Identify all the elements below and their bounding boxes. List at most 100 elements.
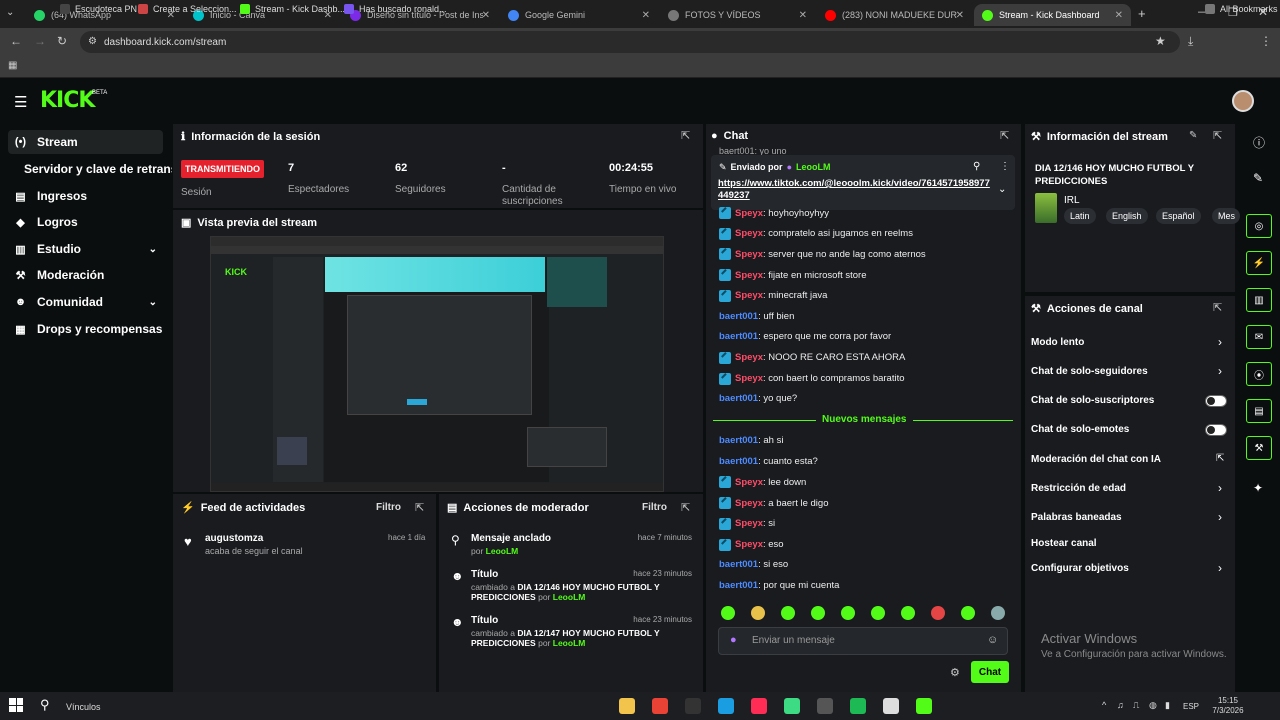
mic-icon[interactable]: ● bbox=[730, 634, 737, 646]
chevron-right-icon[interactable]: › bbox=[1218, 561, 1222, 575]
channel-action-moderaci-n-del-chat-con-ia[interactable]: Moderación del chat con IA bbox=[1031, 454, 1161, 465]
forward-icon[interactable]: → bbox=[34, 34, 46, 48]
chat-message[interactable]: Speyx: hoyhoyhoyhyy bbox=[719, 207, 829, 219]
sidebar-item-servidor[interactable]: Servidor y clave de retransmisión bbox=[8, 157, 172, 181]
stream-tag[interactable]: Mes bbox=[1212, 208, 1240, 224]
chat-username[interactable]: baert001 bbox=[719, 559, 758, 570]
emoji-icon[interactable]: ☺ bbox=[987, 634, 998, 646]
channel-action-palabras-baneadas[interactable]: Palabras baneadas bbox=[1031, 512, 1122, 523]
emote-icon[interactable] bbox=[811, 606, 825, 620]
tray-icon[interactable]: ⎍ bbox=[1133, 700, 1139, 711]
channel-actions-popout-icon[interactable]: ⇱ bbox=[1213, 301, 1222, 314]
browser-tab[interactable]: Stream - Kick Dashboard ✕ bbox=[974, 4, 1131, 26]
chat-message[interactable]: Speyx: server que no ande lag como atern… bbox=[719, 248, 926, 261]
chat-message[interactable]: baert001: espero que me corra por favor bbox=[719, 331, 891, 342]
stream-tag[interactable]: English bbox=[1106, 208, 1148, 224]
edit-pencil-icon[interactable]: ✎ bbox=[1189, 130, 1197, 141]
rail-shortcut-icon[interactable]: ▤ bbox=[1246, 399, 1272, 423]
stream-tag[interactable]: Español bbox=[1156, 208, 1201, 224]
chat-username[interactable]: Speyx bbox=[735, 352, 763, 363]
taskbar-app-icon[interactable] bbox=[883, 698, 899, 714]
chat-message[interactable]: Speyx: a baert le digo bbox=[719, 497, 829, 510]
chat-username[interactable]: baert001 bbox=[719, 456, 758, 467]
category-name[interactable]: IRL bbox=[1064, 195, 1080, 206]
taskbar-app-icon[interactable] bbox=[619, 698, 635, 714]
chat-username[interactable]: Speyx bbox=[735, 208, 763, 219]
chat-username[interactable]: baert001 bbox=[719, 393, 758, 404]
chat-username[interactable]: Speyx bbox=[735, 498, 763, 509]
sidebar-item-stream[interactable]: (•) Stream bbox=[8, 130, 163, 154]
rail-shortcut-icon[interactable]: ▥ bbox=[1246, 288, 1272, 312]
toggle-switch[interactable] bbox=[1205, 424, 1227, 436]
activity-filter-button[interactable]: Filtro bbox=[376, 502, 401, 513]
bookmark-item[interactable]: Stream - Kick Dashb... bbox=[240, 4, 345, 14]
tab-list-icon[interactable]: ⌄ bbox=[6, 7, 14, 18]
mod-popout-icon[interactable]: ⇱ bbox=[681, 501, 690, 514]
chat-message[interactable]: Speyx: lee down bbox=[719, 476, 806, 489]
taskbar-search-icon[interactable]: ⚲ bbox=[40, 697, 50, 713]
tab-close-icon[interactable]: ✕ bbox=[482, 10, 490, 21]
emote-icon[interactable] bbox=[751, 606, 765, 620]
hamburger-menu-icon[interactable]: ☰ bbox=[14, 93, 27, 111]
taskbar-app-icon[interactable] bbox=[751, 698, 767, 714]
chat-username[interactable]: Speyx bbox=[735, 518, 763, 529]
mod-by-user[interactable]: LeooLM bbox=[486, 546, 519, 556]
chat-message[interactable]: Speyx: eso bbox=[719, 538, 784, 551]
tray-icon[interactable]: ▮ bbox=[1165, 700, 1170, 711]
sidebar-item-drops[interactable]: ▦ Drops y recompensas bbox=[8, 317, 163, 341]
taskbar-search-label[interactable]: Vínculos bbox=[66, 702, 101, 712]
all-bookmarks[interactable]: All Bookmarks bbox=[1205, 4, 1278, 14]
chevron-down-icon[interactable]: ⌄ bbox=[149, 297, 157, 308]
channel-action-hostear-canal[interactable]: Hostear canal bbox=[1031, 538, 1097, 549]
mod-by-user[interactable]: LeooLM bbox=[553, 592, 586, 602]
tray-up-icon[interactable]: ^ bbox=[1102, 700, 1106, 710]
chat-username[interactable]: baert001 bbox=[719, 311, 758, 322]
sidebar-item-estudio[interactable]: ▥ Estudio ⌄ bbox=[8, 237, 163, 261]
pinned-more-icon[interactable]: ⋮ bbox=[1000, 161, 1010, 172]
chat-message[interactable]: baert001: yo que? bbox=[719, 393, 797, 404]
chevron-right-icon[interactable]: › bbox=[1218, 510, 1222, 524]
chat-username[interactable]: Speyx bbox=[735, 249, 763, 260]
chat-message[interactable]: baert001: por que mi cuenta bbox=[719, 580, 839, 591]
chevron-down-icon[interactable]: ⌄ bbox=[149, 244, 157, 255]
bookmark-star-icon[interactable]: ★ bbox=[1155, 34, 1166, 48]
mod-filter-button[interactable]: Filtro bbox=[642, 502, 667, 513]
rail-shortcut-icon[interactable]: ⦿ bbox=[1246, 362, 1272, 386]
chat-message[interactable]: baert001: uff bien bbox=[719, 311, 794, 322]
stream-info-popout-icon[interactable]: ⇱ bbox=[1213, 129, 1222, 142]
chevron-right-icon[interactable]: › bbox=[1218, 335, 1222, 349]
url-field[interactable] bbox=[80, 31, 1180, 53]
tray-icon[interactable]: ♫ bbox=[1117, 700, 1124, 710]
chat-username[interactable]: Speyx bbox=[735, 290, 763, 301]
user-avatar[interactable] bbox=[1232, 90, 1254, 112]
channel-action-configurar-objetivos[interactable]: Configurar objetivos bbox=[1031, 563, 1129, 574]
tab-close-icon[interactable]: ✕ bbox=[956, 10, 964, 21]
tray-icon[interactable]: ◍ bbox=[1149, 700, 1157, 711]
taskbar-app-icon[interactable] bbox=[652, 698, 668, 714]
chat-username[interactable]: Speyx bbox=[735, 373, 763, 384]
rail-shortcut-icon[interactable]: ⚒ bbox=[1246, 436, 1272, 460]
taskbar-app-icon[interactable] bbox=[685, 698, 701, 714]
info-circle-icon[interactable]: ⓘ bbox=[1253, 134, 1265, 151]
taskbar-app-icon[interactable] bbox=[784, 698, 800, 714]
browser-tab[interactable]: (283) NONI MADUEKE DURMIÓ✕ bbox=[817, 4, 972, 26]
toggle-switch[interactable] bbox=[1205, 395, 1227, 407]
menu-dots-icon[interactable]: ⋮ bbox=[1260, 34, 1272, 48]
emote-icon[interactable] bbox=[841, 606, 855, 620]
channel-action-modo-lento[interactable]: Modo lento bbox=[1031, 337, 1084, 348]
chat-username[interactable]: baert001 bbox=[719, 331, 758, 342]
bookmark-item[interactable]: Create a Seleccion... bbox=[138, 4, 237, 14]
chat-message[interactable]: baert001: cuanto esta? bbox=[719, 456, 818, 467]
tab-close-icon[interactable]: ✕ bbox=[1115, 10, 1123, 21]
stream-tag[interactable]: Latin bbox=[1064, 208, 1096, 224]
rail-shortcut-icon[interactable]: ✉ bbox=[1246, 325, 1272, 349]
taskbar-clock[interactable]: 15:15 7/3/2026 bbox=[1207, 696, 1249, 716]
channel-action-restricci-n-de-edad[interactable]: Restricción de edad bbox=[1031, 483, 1126, 494]
popout-icon[interactable]: ⇱ bbox=[681, 129, 690, 142]
tab-close-icon[interactable]: ✕ bbox=[799, 10, 807, 21]
sidebar-item-moderación[interactable]: ⚒ Moderación bbox=[8, 263, 163, 287]
chat-username[interactable]: Speyx bbox=[735, 477, 763, 488]
chat-username[interactable]: Speyx bbox=[735, 539, 763, 550]
chat-message[interactable]: Speyx: NOOO RE CARO ESTA AHORA bbox=[719, 351, 905, 364]
windows-start-icon[interactable] bbox=[9, 698, 23, 712]
